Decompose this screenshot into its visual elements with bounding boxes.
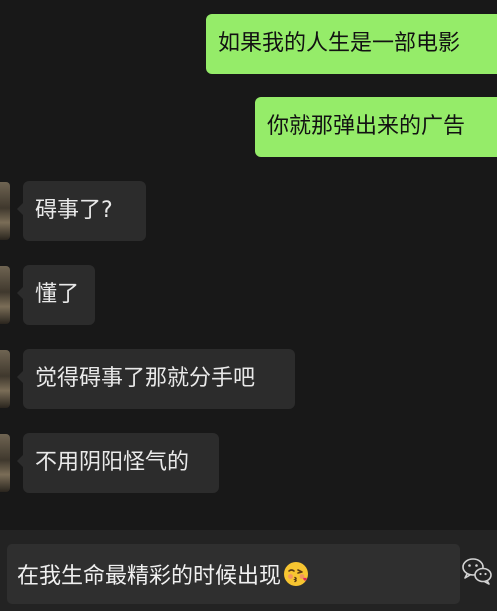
message-text: 你就那弹出来的广告 <box>267 114 466 139</box>
kissing-face-emoji-icon <box>284 562 309 586</box>
message-text: 碍事了? <box>35 198 113 223</box>
avatar[interactable] <box>0 182 10 240</box>
avatar[interactable] <box>0 434 10 492</box>
message-bubble-received[interactable]: 碍事了? <box>17 181 146 241</box>
avatar[interactable] <box>0 350 10 408</box>
message-bubble-sent[interactable]: 如果我的人生是一部电影 <box>206 14 497 74</box>
message-bubble-received[interactable]: 觉得碍事了那就分手吧 <box>17 349 295 409</box>
message-text: 觉得碍事了那就分手吧 <box>35 366 256 391</box>
message-bubble-received[interactable]: 懂了 <box>17 265 95 325</box>
composer-bar: 在我生命最精彩的时候出现 <box>0 530 497 611</box>
message-text: 如果我的人生是一部电影 <box>218 31 461 56</box>
message-text: 不用阴阳怪气的 <box>35 450 190 475</box>
avatar[interactable] <box>0 266 10 324</box>
message-bubble-sent[interactable]: 你就那弹出来的广告 <box>255 97 497 157</box>
chat-area: 如果我的人生是一部电影 你就那弹出来的广告 碍事了? 懂了 觉得碍事了那就分手吧… <box>0 0 497 530</box>
message-input[interactable]: 在我生命最精彩的时候出现 <box>7 544 460 604</box>
wechat-logo-icon <box>462 558 492 585</box>
message-input-text: 在我生命最精彩的时候出现 <box>17 564 282 589</box>
message-bubble-received[interactable]: 不用阴阳怪气的 <box>17 433 219 493</box>
message-text: 懂了 <box>35 282 80 307</box>
